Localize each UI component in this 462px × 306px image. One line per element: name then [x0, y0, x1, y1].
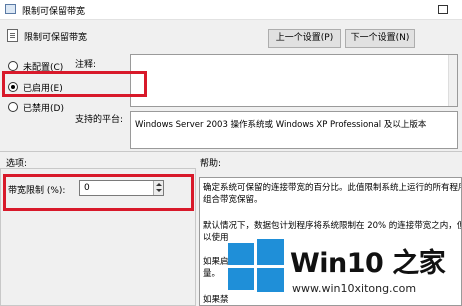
policy-document-icon: [7, 29, 18, 42]
highlight-box-enabled: [2, 71, 147, 97]
radio-label: 已禁用(D): [23, 104, 64, 114]
comment-label: 注释:: [75, 60, 97, 70]
maximize-button[interactable]: [430, 3, 456, 17]
section-divider: [0, 151, 462, 152]
help-line: 默认情况下，数据包计划程序将系统限制在 20% 的连接带宽之内，但: [203, 221, 462, 231]
highlight-box-bandwidth: [3, 174, 194, 211]
setting-title: 限制可保留带宽: [24, 33, 88, 43]
help-label: 帮助:: [200, 159, 222, 169]
help-line: 以使用: [203, 233, 229, 243]
radio-circle[interactable]: [8, 61, 18, 71]
windows-logo-icon: [228, 239, 284, 292]
title-bar: 限制可保留带宽: [0, 0, 462, 20]
previous-setting-button[interactable]: 上一个设置(P): [268, 29, 341, 48]
help-line: 如果禁: [203, 295, 229, 305]
help-line: 组合带宽保留。: [203, 195, 263, 205]
comment-scrollbar[interactable]: [448, 55, 457, 106]
next-setting-button[interactable]: 下一个设置(N): [345, 29, 415, 48]
maximize-icon: [438, 5, 448, 14]
setting-header: 限制可保留带宽 上一个设置(P) 下一个设置(N): [0, 22, 462, 54]
window-title: 限制可保留带宽: [22, 7, 86, 17]
help-line: 量。: [203, 269, 221, 279]
help-line: 确定系统可保留的连接带宽的百分比。此值限制系统上运行的所有程序: [203, 183, 462, 193]
watermark-brand: Win10 之家: [290, 248, 446, 279]
radio-circle[interactable]: [8, 102, 18, 112]
watermark: Win10 之家 www.win10xitong.com: [228, 239, 462, 306]
supported-on-field: Windows Server 2003 操作系统或 Windows XP Pro…: [130, 111, 458, 149]
policy-window-icon: [5, 4, 16, 14]
supported-on-label: 支持的平台:: [75, 115, 124, 125]
help-line: 如果启: [203, 257, 229, 267]
comment-textarea[interactable]: [130, 54, 458, 107]
watermark-url: www.win10xitong.com: [292, 282, 417, 295]
